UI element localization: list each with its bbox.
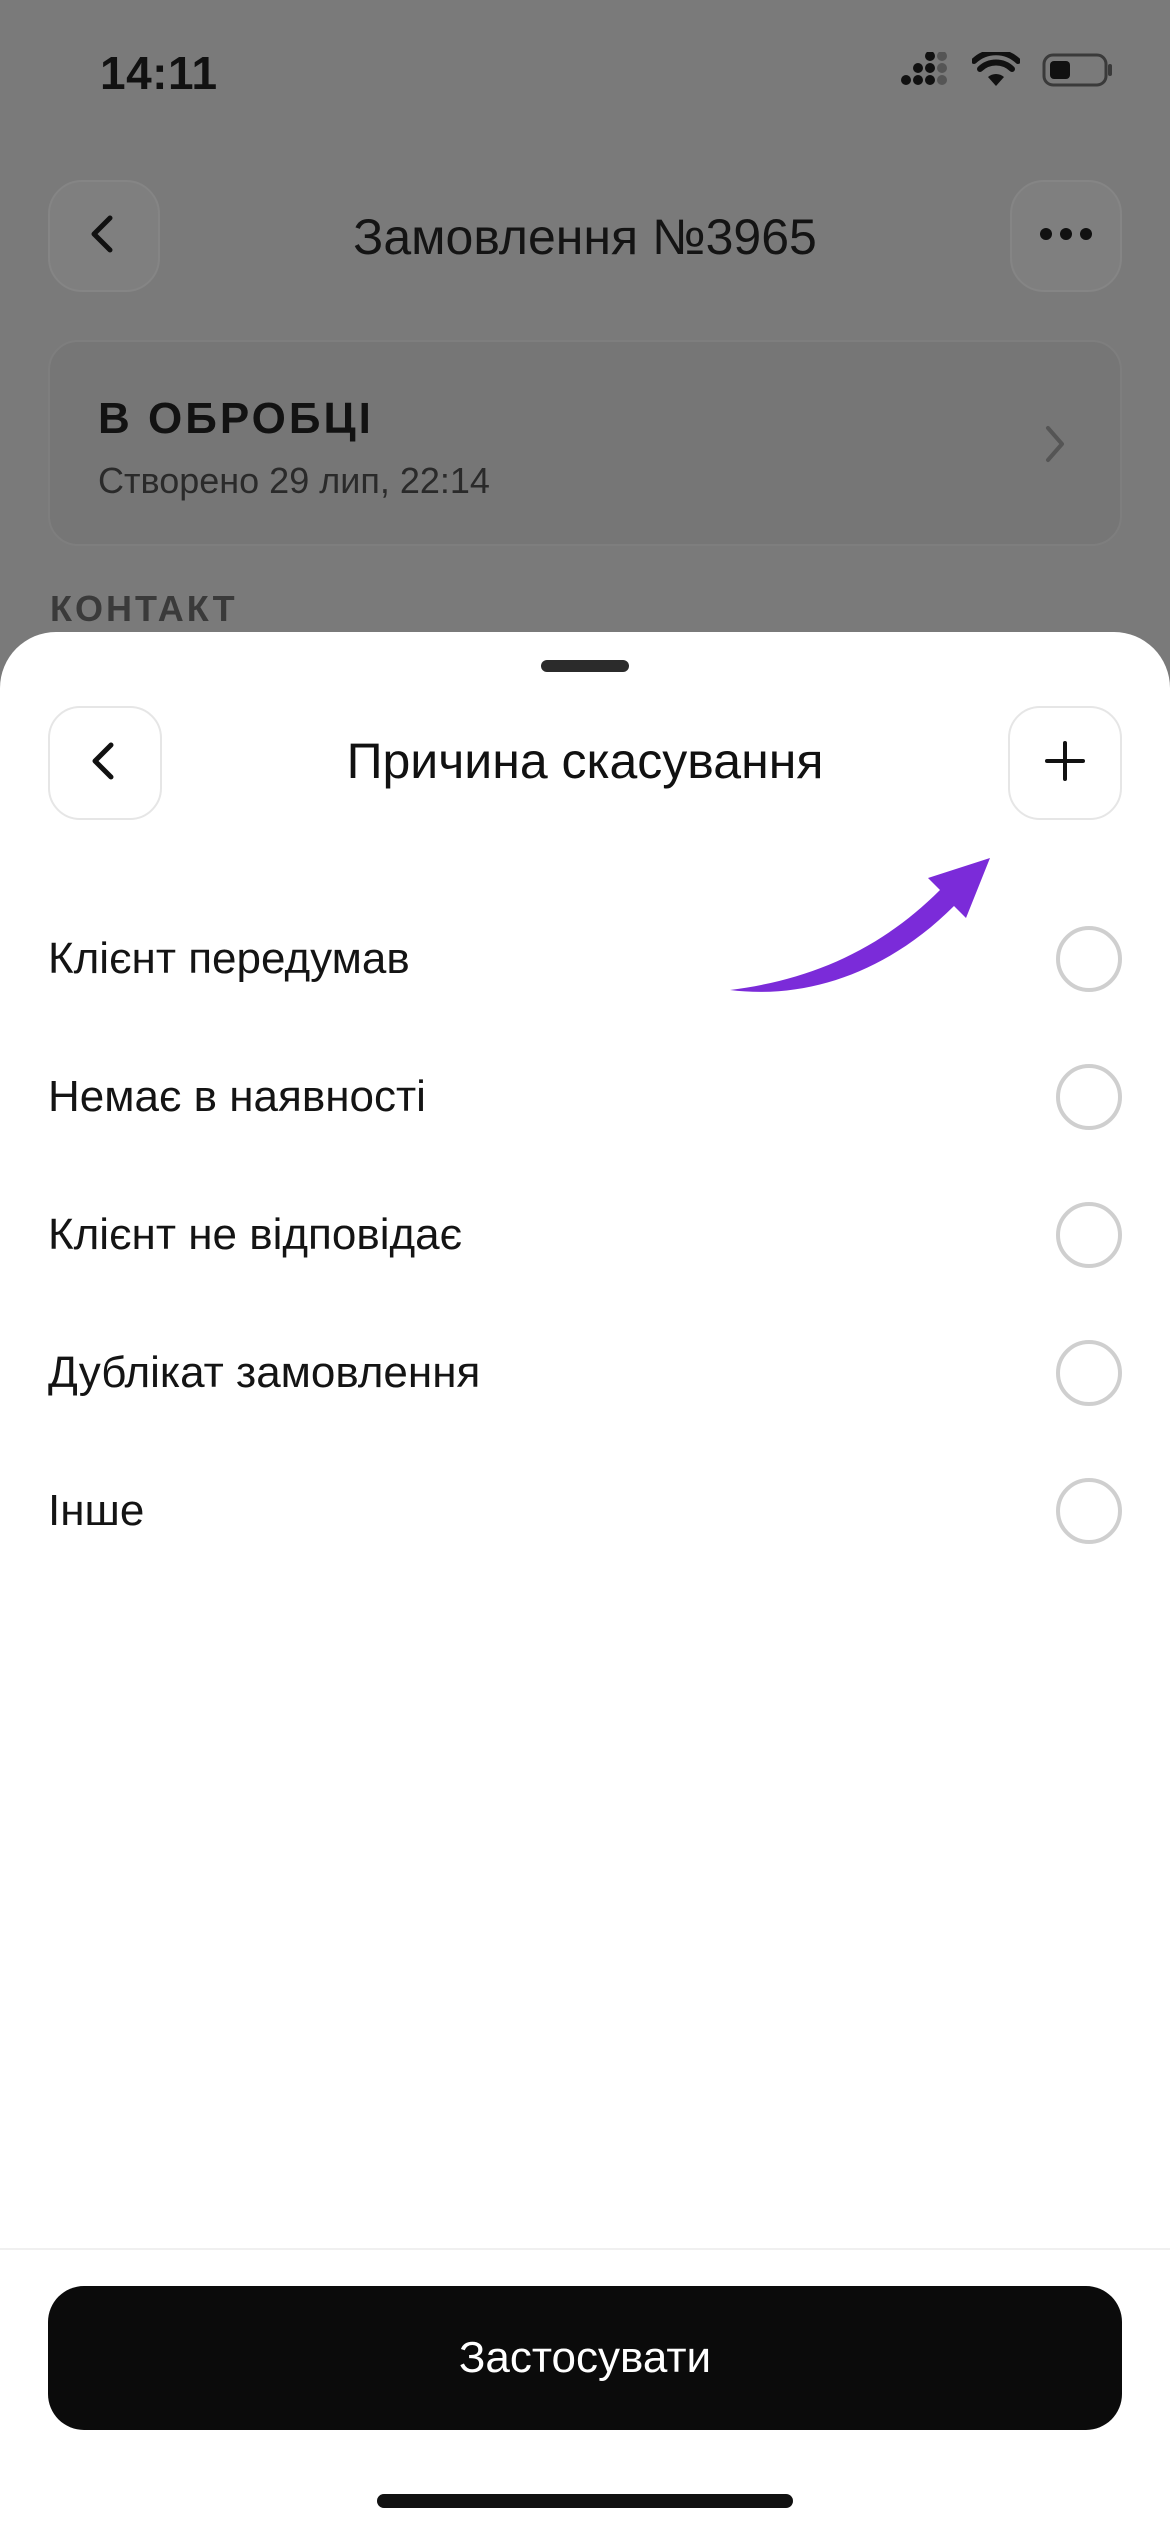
radio-button[interactable]	[1056, 1478, 1122, 1544]
reason-option[interactable]: Клієнт передумав	[0, 890, 1170, 1028]
reason-option[interactable]: Клієнт не відповідає	[0, 1166, 1170, 1304]
radio-button[interactable]	[1056, 1340, 1122, 1406]
chevron-right-icon	[1040, 422, 1070, 471]
order-status-card[interactable]: В ОБРОБЦІ Створено 29 лип, 22:14	[48, 340, 1122, 546]
wifi-icon	[971, 49, 1021, 93]
apply-button[interactable]: Застосувати	[48, 2286, 1122, 2430]
reason-option[interactable]: Немає в наявності	[0, 1028, 1170, 1166]
reason-option-label: Немає в наявності	[48, 1072, 426, 1121]
reason-options-list: Клієнт передумав Немає в наявності Клієн…	[0, 890, 1170, 1580]
background-more-button[interactable]	[1010, 180, 1122, 292]
reason-option-label: Інше	[48, 1486, 145, 1535]
sheet-title: Причина скасування	[346, 733, 824, 789]
reason-option-label: Клієнт передумав	[48, 934, 410, 983]
plus-icon	[1043, 739, 1087, 788]
status-time: 14:11	[100, 47, 218, 99]
reason-option-label: Дублікат замовлення	[48, 1348, 481, 1397]
order-created-date: Створено 29 лип, 22:14	[98, 460, 490, 501]
radio-button[interactable]	[1056, 1202, 1122, 1268]
radio-button[interactable]	[1056, 1064, 1122, 1130]
add-reason-button[interactable]	[1008, 706, 1122, 820]
reason-option[interactable]: Інше	[0, 1442, 1170, 1580]
status-icons	[900, 49, 1114, 93]
order-status: В ОБРОБЦІ	[98, 394, 374, 443]
contact-section-label: КОНТАКТ	[50, 588, 238, 629]
cancel-reason-sheet: Причина скасування Клієнт передумав Нема…	[0, 632, 1170, 2532]
reason-option-label: Клієнт не відповідає	[48, 1210, 463, 1259]
background-header: Замовлення №3965	[0, 180, 1170, 294]
background-page-title: Замовлення №3965	[353, 209, 817, 265]
battery-icon	[1042, 52, 1114, 93]
status-bar: 14:11	[0, 0, 1170, 150]
radio-button[interactable]	[1056, 926, 1122, 992]
cellular-signal-icon	[900, 51, 950, 93]
more-horizontal-icon	[1039, 227, 1093, 246]
screen: 14:11 Замовлення №3965 В ОБРОБЦІ Створен…	[0, 0, 1170, 2532]
home-indicator	[377, 2494, 793, 2508]
reason-option[interactable]: Дублікат замовлення	[0, 1304, 1170, 1442]
footer-divider	[0, 2248, 1170, 2250]
sheet-grabber[interactable]	[541, 660, 629, 672]
